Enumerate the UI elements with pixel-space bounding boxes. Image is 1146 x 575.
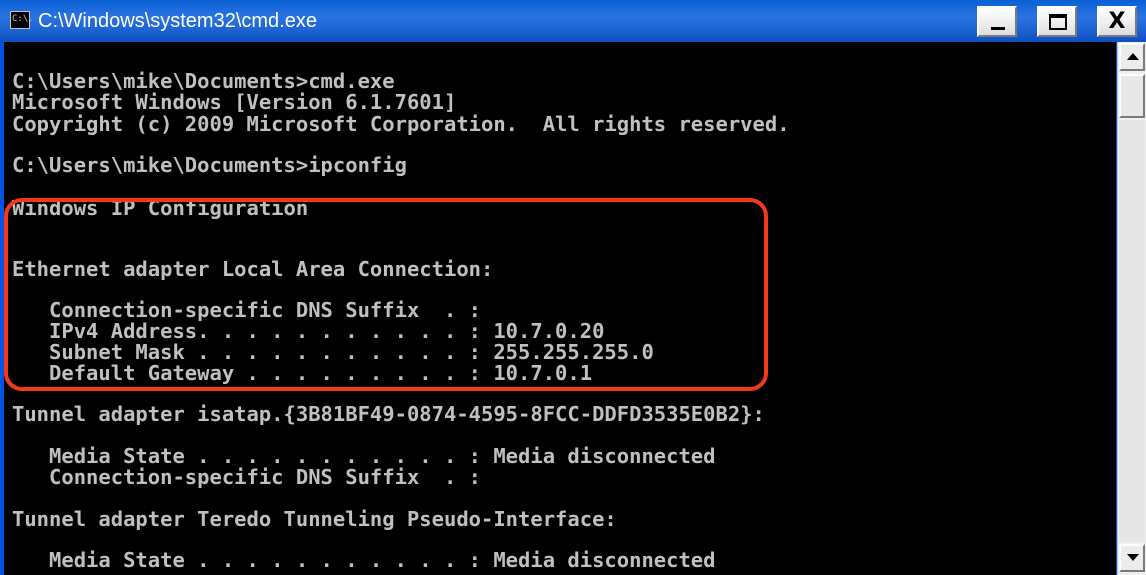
- title-bar[interactable]: C:\. C:\Windows\system32\cmd.exe X: [0, 0, 1146, 42]
- console-line: Tunnel adapter Teredo Tunneling Pseudo-I…: [12, 507, 617, 531]
- close-icon: X: [1108, 9, 1126, 34]
- maximize-icon: [1049, 14, 1067, 30]
- window-title: C:\Windows\system32\cmd.exe: [38, 10, 317, 32]
- scroll-thumb[interactable]: [1119, 74, 1145, 118]
- console-line: Media State . . . . . . . . . . . : Medi…: [12, 548, 716, 572]
- cmd-window: C:\. C:\Windows\system32\cmd.exe X C:\Us…: [0, 0, 1146, 575]
- arrow-up-icon: [1127, 53, 1139, 60]
- minimize-icon: [991, 27, 1005, 30]
- console-line: Media State . . . . . . . . . . . : Medi…: [12, 444, 716, 468]
- minimize-button[interactable]: [977, 6, 1017, 37]
- console-line: Copyright (c) 2009 Microsoft Corporation…: [12, 112, 790, 136]
- scroll-down-button[interactable]: [1119, 544, 1145, 572]
- console-line: Microsoft Windows [Version 6.1.7601]: [12, 90, 457, 114]
- cmd-icon[interactable]: C:\.: [10, 11, 34, 29]
- scroll-up-button[interactable]: [1119, 43, 1145, 71]
- console-line: C:\Users\mike\Documents>cmd.exe: [12, 69, 395, 93]
- ethernet-adapter-highlight: [4, 198, 768, 391]
- scroll-track[interactable]: [1119, 120, 1145, 542]
- console-line: Tunnel adapter isatap.{3B81BF49-0874-459…: [12, 402, 765, 426]
- maximize-button[interactable]: [1037, 6, 1077, 37]
- vertical-scrollbar[interactable]: [1117, 42, 1146, 575]
- close-button[interactable]: X: [1097, 6, 1137, 37]
- console-line: Connection-specific DNS Suffix . :: [12, 465, 481, 489]
- console-line: C:\Users\mike\Documents>ipconfig: [12, 153, 407, 177]
- cmd-icon-text: C:\.: [12, 14, 34, 24]
- arrow-down-icon: [1127, 554, 1139, 561]
